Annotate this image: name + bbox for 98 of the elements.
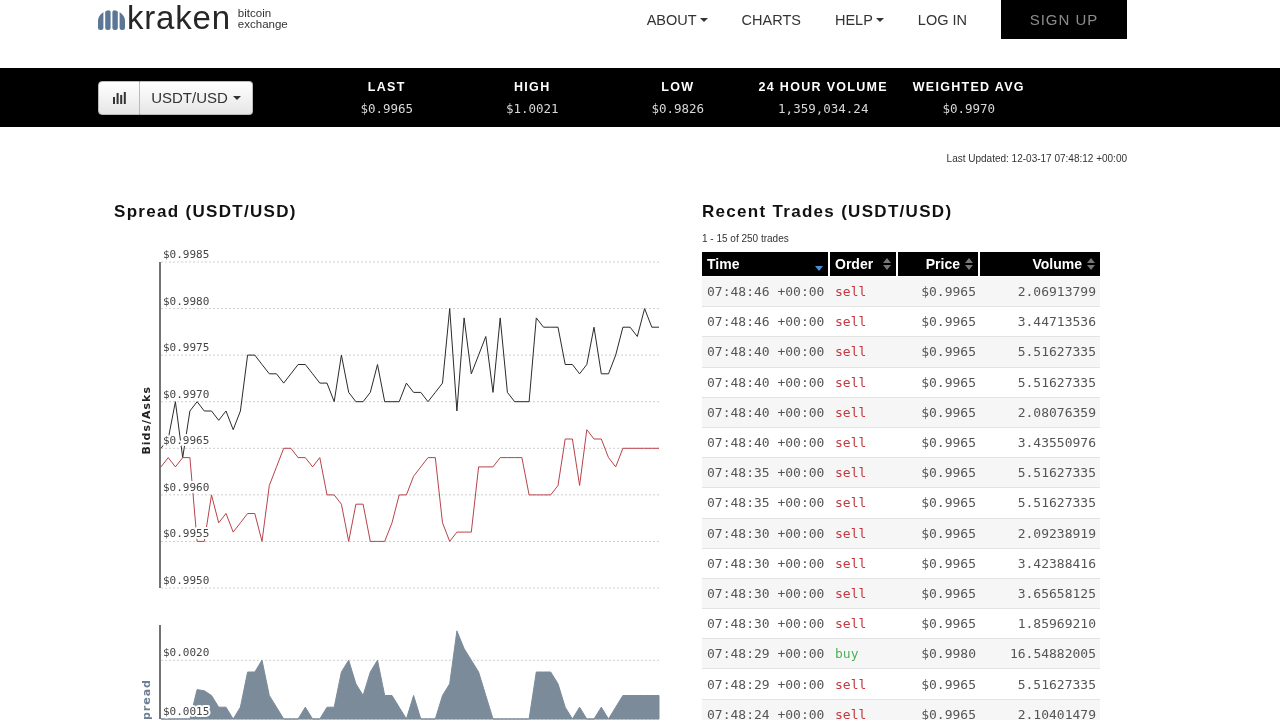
axis-tick-label: $0.9985 xyxy=(163,248,210,261)
price-cell-text: $0.9965 xyxy=(920,435,977,451)
price-cell-text: $0.9980 xyxy=(920,646,977,662)
order-cell-text: sell xyxy=(834,344,868,360)
axis-tick-label: $0.9975 xyxy=(163,341,210,355)
order-cell-text: sell xyxy=(834,284,868,300)
stat-value: $1.0021 xyxy=(505,101,559,116)
time-cell-text: 07:48:40 +00:00 xyxy=(706,374,826,390)
column-header[interactable]: Price xyxy=(898,252,978,276)
volume-cell-text: 1.85969210 xyxy=(1016,616,1097,632)
pair-dropdown[interactable]: USDT/USD xyxy=(140,80,253,115)
price-cell-text: $0.9965 xyxy=(920,465,977,481)
sign-up-button[interactable]: SIGN UP xyxy=(1001,0,1127,39)
stat-value: $0.9826 xyxy=(651,101,705,116)
volume-cell-text: 2.08076359 xyxy=(1016,404,1097,420)
time-cell-text: 07:48:40 +00:00 xyxy=(706,404,826,420)
chart-button[interactable] xyxy=(98,80,140,115)
time-cell-text: 07:48:24 +00:00 xyxy=(706,706,826,720)
price-cell-text: $0.9965 xyxy=(920,314,977,330)
order-cell-text: sell xyxy=(834,495,868,511)
time-cell-text: 07:48:30 +00:00 xyxy=(706,525,826,541)
trade-count: 1 - 15 of 250 trades xyxy=(702,233,790,245)
column-header[interactable]: Time xyxy=(702,252,828,276)
price-cell-text: $0.9965 xyxy=(920,344,977,360)
section-title: Spread (USDT/USD) xyxy=(114,202,298,222)
price-cell-text: $0.9965 xyxy=(920,525,977,541)
column-header[interactable]: Volume xyxy=(980,252,1100,276)
time-cell-text: 07:48:35 +00:00 xyxy=(706,465,826,481)
stat-value: 1,359,034.24 xyxy=(778,101,869,116)
time-cell-text: 07:48:46 +00:00 xyxy=(706,284,826,300)
logo-wordmark: kraken xyxy=(127,3,231,33)
time-cell-text: 07:48:35 +00:00 xyxy=(706,495,826,511)
volume-cell-text: 16.54882005 xyxy=(1008,646,1097,662)
time-cell-text: 07:48:30 +00:00 xyxy=(706,616,826,632)
order-cell-text: sell xyxy=(834,374,868,390)
stat-label: LAST xyxy=(367,79,406,94)
volume-cell-text: 3.43550976 xyxy=(1016,435,1097,451)
axis-tick-label: $0.9950 xyxy=(163,574,210,587)
axis-title: Bids/Asks xyxy=(140,385,154,455)
last-updated-text: Last Updated: 12-03-17 07:48:12 +00:00 xyxy=(946,153,1127,165)
time-cell-text: 07:48:46 +00:00 xyxy=(706,314,826,330)
axis-tick-label: $0.9970 xyxy=(163,387,210,401)
stat-label: LOW xyxy=(661,79,695,94)
volume-cell-text: 2.09238919 xyxy=(1016,525,1097,541)
order-cell-text: sell xyxy=(834,555,868,571)
volume-cell-text: 5.51627335 xyxy=(1016,344,1097,360)
volume-cell-text: 2.10401479 xyxy=(1016,706,1097,720)
nav-link[interactable]: LOG IN xyxy=(917,11,967,28)
order-cell-text: sell xyxy=(834,676,868,692)
volume-cell-text: 3.65658125 xyxy=(1016,585,1097,601)
column-header[interactable]: Order xyxy=(830,252,896,276)
stat-value: $0.9970 xyxy=(942,101,996,116)
logo-tagline: bitcoin exchange xyxy=(237,8,289,30)
bar-chart-icon xyxy=(112,91,126,104)
volume-cell-text: 5.51627335 xyxy=(1016,374,1097,390)
logo-icon xyxy=(98,9,125,30)
order-cell-text: buy xyxy=(834,646,860,662)
stat-value: $0.9965 xyxy=(360,101,414,116)
stat-label: 24 HOUR VOLUME xyxy=(758,79,888,94)
volume-cell-text: 3.44713536 xyxy=(1016,314,1097,330)
time-cell-text: 07:48:30 +00:00 xyxy=(706,585,826,601)
volume-cell-text: 3.42388416 xyxy=(1016,555,1097,571)
time-cell-text: 07:48:29 +00:00 xyxy=(706,676,826,692)
volume-cell-text: 5.51627335 xyxy=(1016,465,1097,481)
axis-tick-label: $0.0020 xyxy=(163,646,210,660)
volume-cell-text: 5.51627335 xyxy=(1016,676,1097,692)
price-cell-text: $0.9965 xyxy=(920,555,977,571)
order-cell-text: sell xyxy=(834,435,868,451)
price-cell-text: $0.9965 xyxy=(920,374,977,390)
order-cell-text: sell xyxy=(834,525,868,541)
order-cell-text: sell xyxy=(834,585,868,601)
axis-tick-label: $0.9980 xyxy=(163,294,210,308)
time-cell-text: 07:48:30 +00:00 xyxy=(706,555,826,571)
order-cell-text: sell xyxy=(834,314,868,330)
price-cell-text: $0.9965 xyxy=(920,616,977,632)
order-cell-text: sell xyxy=(834,404,868,420)
order-cell-text: sell xyxy=(834,706,868,720)
order-cell-text: sell xyxy=(834,616,868,632)
order-cell-text: sell xyxy=(834,465,868,481)
stat-label: WEIGHTED AVG xyxy=(912,79,1025,94)
price-cell-text: $0.9965 xyxy=(920,404,977,420)
price-cell-text: $0.9965 xyxy=(920,676,977,692)
nav-link[interactable]: HELP xyxy=(834,11,884,28)
nav-link[interactable]: CHARTS xyxy=(741,11,801,28)
axis-title: pread xyxy=(140,678,154,720)
volume-cell-text: 2.06913799 xyxy=(1016,284,1097,300)
time-cell-text: 07:48:40 +00:00 xyxy=(706,344,826,360)
nav-link[interactable]: ABOUT xyxy=(646,11,708,28)
price-cell-text: $0.9965 xyxy=(920,284,977,300)
time-cell-text: 07:48:40 +00:00 xyxy=(706,435,826,451)
price-cell-text: $0.9965 xyxy=(920,495,977,511)
price-cell-text: $0.9965 xyxy=(920,706,977,720)
time-cell-text: 07:48:29 +00:00 xyxy=(706,646,826,662)
section-title: Recent Trades (USDT/USD) xyxy=(702,202,954,222)
volume-cell-text: 5.51627335 xyxy=(1016,495,1097,511)
stat-label: HIGH xyxy=(514,79,551,94)
caret-icon xyxy=(232,95,241,100)
price-cell-text: $0.9965 xyxy=(920,585,977,601)
